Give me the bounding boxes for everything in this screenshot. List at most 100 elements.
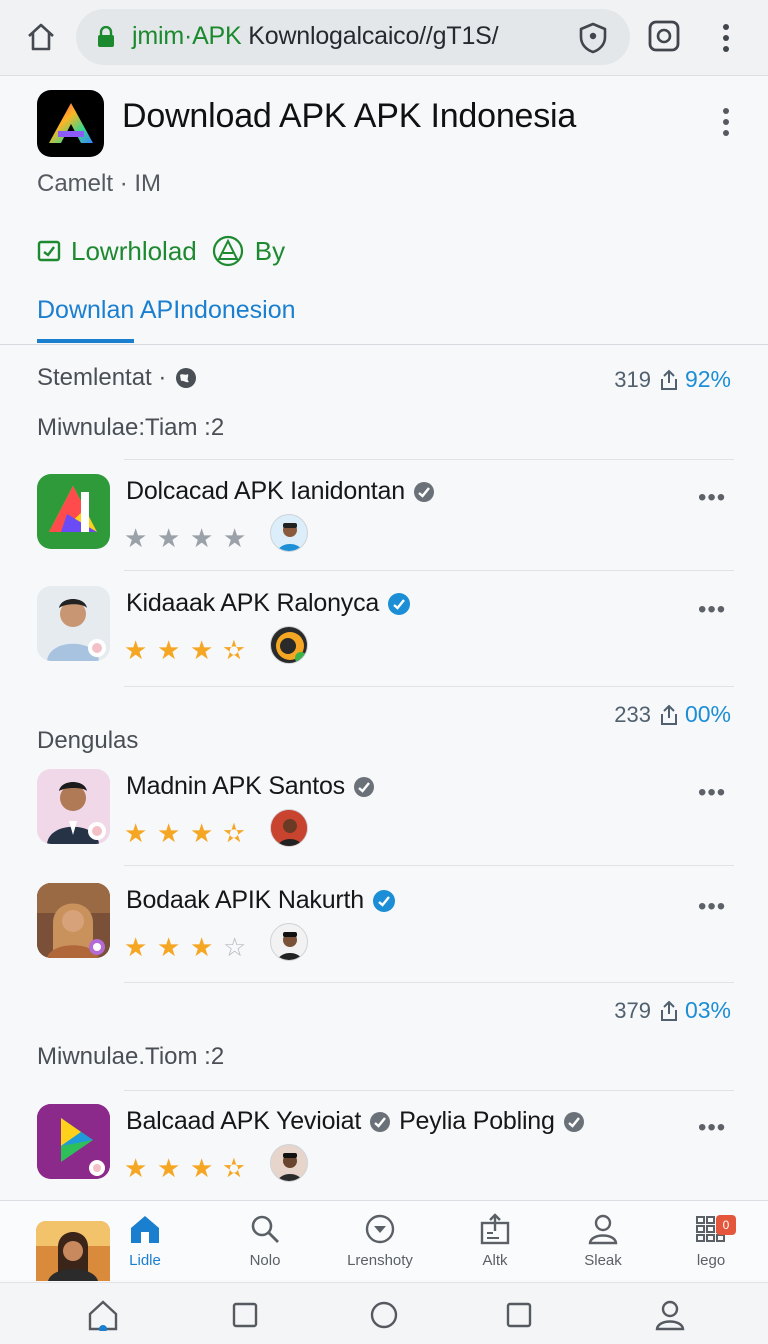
verified-icon [563,1111,584,1132]
avatar [270,1144,308,1182]
more-options-icon[interactable] [712,104,740,140]
system-home-icon[interactable] [87,1299,119,1331]
item-more-button[interactable]: ••• [698,779,726,807]
share-icon [660,369,677,390]
item-name: Balcaad APK Yevioiat Peylia Pobling [126,1107,585,1136]
recents-icon[interactable] [503,1299,535,1331]
item-title: Balcaad APK Yevioiat [126,1107,362,1135]
rating-stars: ★ ★ ★ ★ [124,524,256,552]
star-icon: ★ [124,818,148,848]
avatar [270,626,308,664]
bottom-thumbnail[interactable] [36,1221,110,1281]
tabs-icon[interactable] [646,18,682,54]
stat-count: 233 [614,701,651,727]
star-icon: ★ [223,523,247,553]
star-icon: ★ [190,1153,214,1183]
nav-item-search[interactable]: Nolo [220,1213,310,1269]
divider [124,459,734,460]
stat-percent: 03% [684,997,731,1023]
nav-label: lego [696,1252,726,1269]
app-thumbnail [37,586,110,661]
download-button[interactable]: Lowrhlolad [37,236,197,267]
avatar [270,809,308,847]
star-half-icon: ✫ [223,1153,245,1183]
star-icon: ★ [124,1153,148,1183]
stat-count: 319 [614,366,651,392]
brand-icon [212,235,243,267]
avatar [270,923,308,961]
star-icon: ★ [190,932,214,962]
tab-indicator [37,339,134,343]
search-icon [251,1215,279,1243]
stat-percent: 92% [684,366,731,392]
nav-item-home[interactable]: Lidle [100,1213,190,1269]
list-item[interactable]: Bodaak APIK Nakurth ★ ★ ★ ☆ ••• [0,883,768,993]
star-icon: ★ [157,635,181,665]
item-more-button[interactable]: ••• [698,893,726,921]
app-logo [37,90,104,157]
download-icon [365,1214,395,1244]
tab-downloads[interactable]: Downlan APIndonesion [37,296,296,325]
address-bar[interactable]: jmim·APK Kownlogalcaico//gT1S/ [76,9,630,65]
nav-label: Lrenshoty [347,1252,413,1269]
home-icon [131,1216,159,1243]
star-icon: ★ [124,932,148,962]
star-icon: ★ [157,818,181,848]
share-icon [660,704,677,725]
item-title-extra: Peylia Pobling [399,1107,555,1135]
by-button[interactable]: By [211,234,285,268]
divider [124,686,734,687]
star-icon: ★ [157,523,181,553]
tab-divider [0,344,768,345]
rating-stars: ★ ★ ★ ✫ [124,1154,256,1182]
verified-icon [388,592,411,615]
section-title: Stemlentat · [37,364,167,391]
browser-home-button[interactable] [22,18,60,56]
app-thumbnail [37,883,110,958]
account-icon[interactable] [654,1299,686,1331]
list-item[interactable]: Balcaad APK Yevioiat Peylia Pobling ★ ★ ★ ✫… [0,1104,768,1214]
verified-icon [370,1111,391,1132]
nav-item-more[interactable]: 0 lego [666,1213,756,1269]
item-name: Bodaak APIK Nakurth [126,886,396,915]
nav-item-upload[interactable]: Altk [450,1213,540,1269]
notification-badge: 0 [716,1215,736,1235]
section-stats: 319 92% [614,366,731,393]
list-item[interactable]: Madnin APK Santos ★ ★ ★ ✫ ••• [0,769,768,879]
list-item[interactable]: Dolcacad APK Ianidontan ★ ★ ★ ★ ••• [0,474,768,584]
app-thumbnail [37,769,110,844]
item-more-button[interactable]: ••• [698,1114,726,1142]
star-icon: ★ [157,932,181,962]
by-label: By [254,235,286,266]
section-header: Stemlentat · [37,364,198,392]
action-row: Lowrhlolad By [37,234,299,268]
rating-stars: ★ ★ ★ ✫ [124,819,256,847]
circle-icon[interactable] [368,1299,400,1331]
nav-item-profile[interactable]: Sleak [558,1213,648,1269]
star-half-icon: ✫ [223,635,245,665]
app-thumbnail [37,1104,110,1179]
url-text: jmim·APK Kownlogalcaico//gT1S/ [132,22,499,51]
list-item[interactable]: Kidaaak APK Ralonyca ★ ★ ★ ✫ ••• [0,586,768,696]
nav-label: Nolo [249,1252,281,1269]
browser-menu-icon[interactable] [712,18,740,58]
star-half-icon: ✫ [223,818,245,848]
share-icon [660,1000,677,1021]
globe-icon [176,368,197,388]
square-icon[interactable] [229,1299,261,1331]
item-name: Dolcacad APK Ianidontan [126,477,435,506]
divider [124,982,734,983]
star-icon: ★ [124,523,148,553]
item-more-button[interactable]: ••• [698,484,726,512]
home-icon [28,23,54,51]
shield-icon[interactable] [576,21,610,55]
rating-stars: ★ ★ ★ ✫ [124,636,256,664]
item-more-button[interactable]: ••• [698,596,726,624]
avatar [270,514,308,552]
verified-icon [413,481,434,502]
item-title: Bodaak APIK Nakurth [126,886,365,914]
nav-label: Altk [482,1252,508,1269]
upload-icon [480,1213,510,1245]
nav-item-downloads[interactable]: Lrenshoty [335,1213,425,1269]
nav-label: Lidle [129,1252,161,1269]
